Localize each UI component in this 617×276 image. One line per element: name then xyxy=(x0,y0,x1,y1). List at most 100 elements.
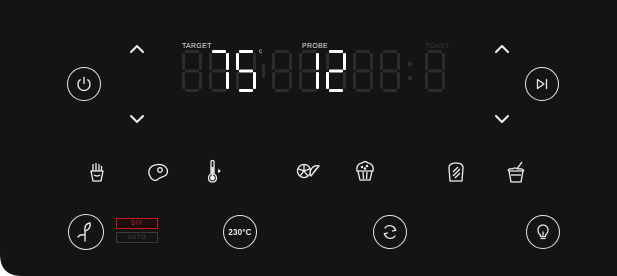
segment xyxy=(370,72,373,89)
steak-icon xyxy=(148,163,169,182)
colon-dot xyxy=(408,76,412,80)
segment xyxy=(329,50,343,53)
temp-down-button[interactable] xyxy=(126,112,148,126)
segment xyxy=(239,89,253,92)
segment-display xyxy=(182,50,445,92)
diy-auto-toggle-button[interactable] xyxy=(68,214,104,250)
power-icon xyxy=(77,76,91,92)
preset-temp-button[interactable]: 230°C xyxy=(223,215,257,249)
auto-mode-option[interactable]: AUTO xyxy=(116,232,158,243)
chevron-down-icon xyxy=(495,115,509,123)
segment xyxy=(326,53,329,70)
segment xyxy=(182,53,185,70)
probe-mode-button[interactable] xyxy=(203,159,227,183)
segment xyxy=(383,50,397,53)
segment xyxy=(343,72,346,89)
segment xyxy=(262,64,265,78)
segment xyxy=(275,69,289,73)
segment xyxy=(329,69,343,73)
flip-button[interactable] xyxy=(373,215,407,249)
toast-label: TOAST xyxy=(425,43,450,50)
segment xyxy=(329,89,343,92)
segment xyxy=(275,50,289,53)
colon-dot xyxy=(408,62,412,66)
segment xyxy=(236,72,239,89)
toast-icon xyxy=(448,162,464,182)
segment xyxy=(302,89,316,92)
temp-up-button[interactable] xyxy=(126,42,148,56)
segment xyxy=(236,53,239,70)
segment xyxy=(442,72,445,89)
play-pause-icon xyxy=(536,78,548,90)
segment xyxy=(397,53,400,70)
segment xyxy=(185,69,199,73)
segment xyxy=(316,53,319,70)
steak-mode-button[interactable] xyxy=(145,160,171,184)
time-up-button[interactable] xyxy=(491,42,513,56)
probe-label: PROBE xyxy=(302,43,329,50)
segment xyxy=(239,69,253,73)
segment xyxy=(425,53,428,70)
time-down-button[interactable] xyxy=(491,112,513,126)
power-button[interactable] xyxy=(67,67,101,101)
segment xyxy=(302,50,316,53)
segment xyxy=(212,69,226,73)
segment xyxy=(356,50,370,53)
segment xyxy=(199,53,202,70)
fries-mode-button[interactable] xyxy=(86,160,108,184)
citrus-mode-button[interactable] xyxy=(294,160,324,184)
segment xyxy=(356,89,370,92)
bake-mode-button[interactable] xyxy=(352,158,378,184)
refresh-icon xyxy=(383,225,397,239)
chevron-up-icon xyxy=(495,45,509,53)
segment xyxy=(226,53,229,70)
segment xyxy=(425,72,428,89)
segment xyxy=(182,72,185,89)
segment xyxy=(353,53,356,70)
segment xyxy=(199,72,202,89)
drink-mode-button[interactable] xyxy=(504,159,528,185)
light-button[interactable] xyxy=(526,215,560,249)
thermometer-icon xyxy=(207,159,221,183)
segment xyxy=(442,53,445,70)
segment xyxy=(253,72,256,89)
segment xyxy=(212,89,226,92)
muffin-icon xyxy=(356,160,374,181)
segment xyxy=(185,50,199,53)
chevron-up-icon xyxy=(130,45,144,53)
segment xyxy=(380,72,383,89)
segment xyxy=(209,53,212,70)
segment xyxy=(299,53,302,70)
drink-icon xyxy=(507,161,525,183)
segment xyxy=(226,72,229,89)
segment xyxy=(353,72,356,89)
segment xyxy=(209,72,212,89)
start-pause-button[interactable] xyxy=(525,67,559,101)
fries-icon xyxy=(90,163,104,182)
segment xyxy=(299,72,302,89)
segment xyxy=(356,69,370,73)
segment xyxy=(239,50,253,53)
segment xyxy=(275,89,289,92)
segment xyxy=(397,72,400,89)
segment xyxy=(185,89,199,92)
diy-mode-option[interactable]: DIY xyxy=(116,218,158,229)
light-bulb-icon xyxy=(537,224,549,240)
segment xyxy=(380,53,383,70)
segment xyxy=(428,69,442,73)
toast-mode-button[interactable] xyxy=(445,160,467,184)
segment xyxy=(316,72,319,89)
segment xyxy=(383,89,397,92)
segment xyxy=(370,53,373,70)
segment xyxy=(272,53,275,70)
segment xyxy=(212,50,226,53)
segment xyxy=(383,69,397,73)
segment xyxy=(302,69,316,73)
segment xyxy=(289,53,292,70)
control-panel: TARGET c PROBE TOAST DIY AUTO 230°C xyxy=(0,0,617,276)
chef-icon xyxy=(77,222,91,242)
segment xyxy=(253,53,256,70)
segment xyxy=(428,89,442,92)
segment xyxy=(428,50,442,53)
segment xyxy=(326,72,329,89)
